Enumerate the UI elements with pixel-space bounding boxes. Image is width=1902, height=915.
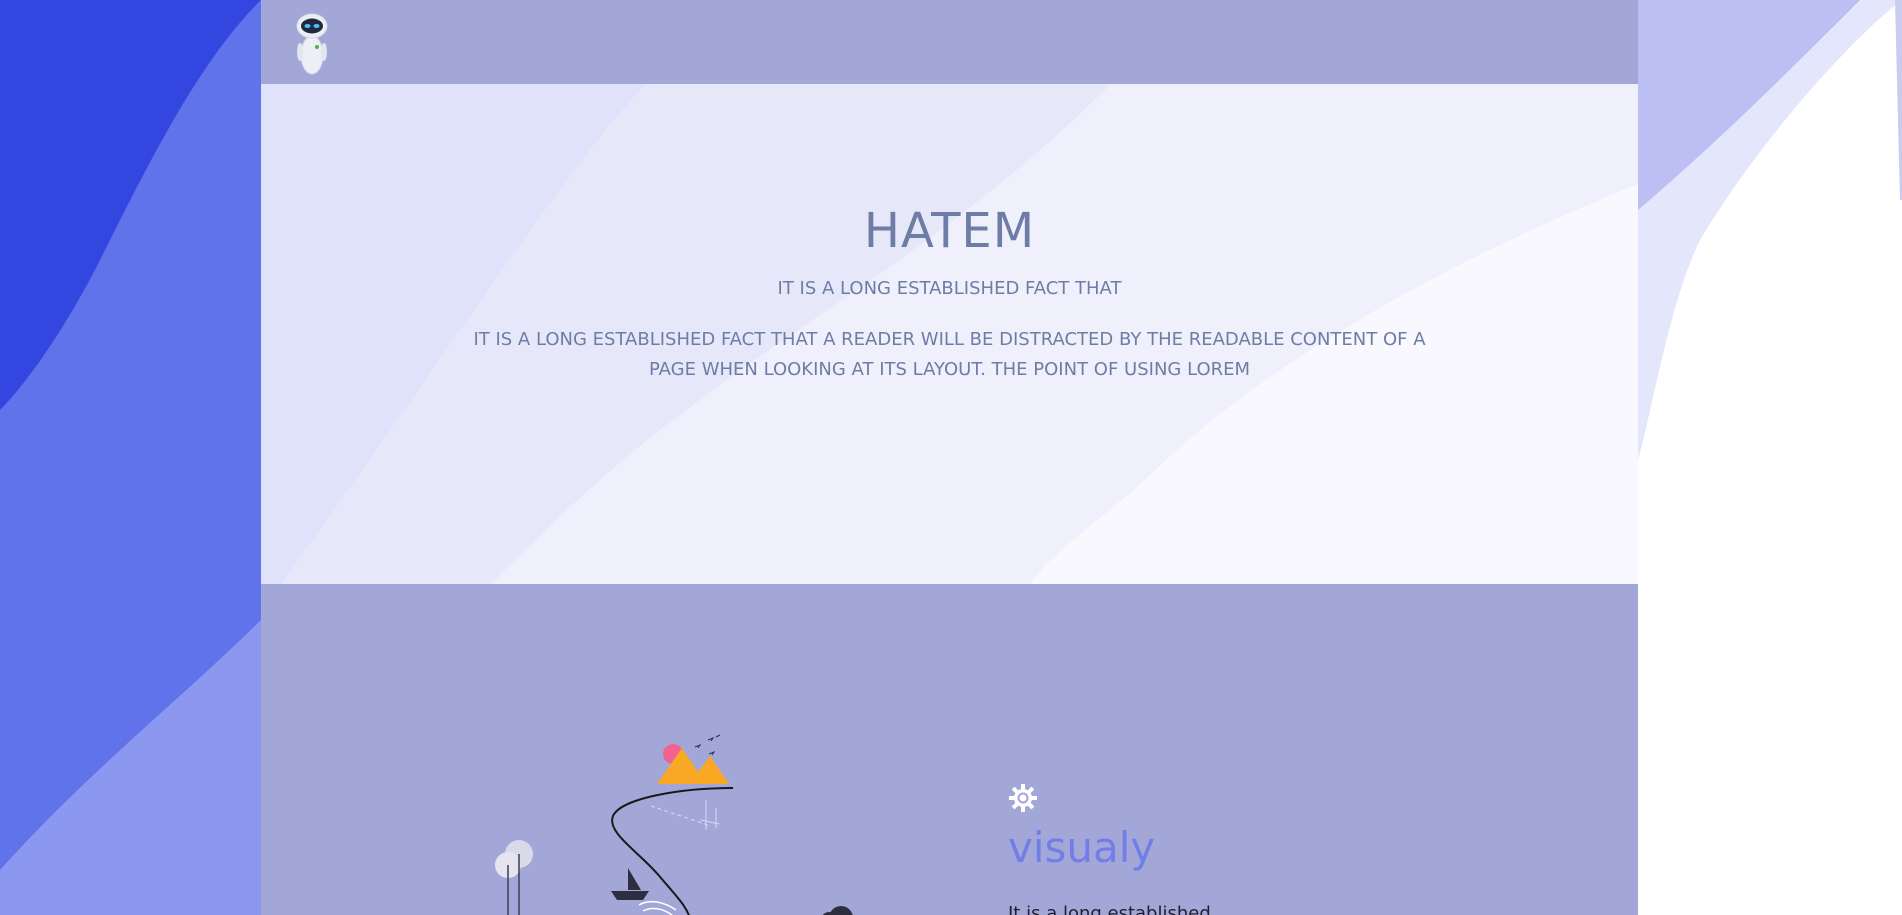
feature-title: visualy [1008,823,1156,872]
landscape-illustration [495,734,853,915]
hero-title: HATEM [863,203,1036,259]
hero-subtitle: IT IS A LONG ESTABLISHED FACT THAT [777,278,1122,299]
hero-content: HATEM IT IS A LONG ESTABLISHED FACT THAT… [261,84,1638,584]
hero-paragraph: IT IS A LONG ESTABLISHED FACT THAT A REA… [473,329,1426,380]
feature-text: It is a long established [1008,903,1211,915]
hero-section: HATEM IT IS A LONG ESTABLISHED FACT THAT… [261,84,1638,584]
navbar [261,0,1638,84]
page-container: HATEM IT IS A LONG ESTABLISHED FACT THAT… [261,0,1638,915]
robot-icon[interactable] [291,9,333,75]
feature-section: visualy It is a long established [261,584,1638,915]
gear-icon [1009,784,1037,812]
